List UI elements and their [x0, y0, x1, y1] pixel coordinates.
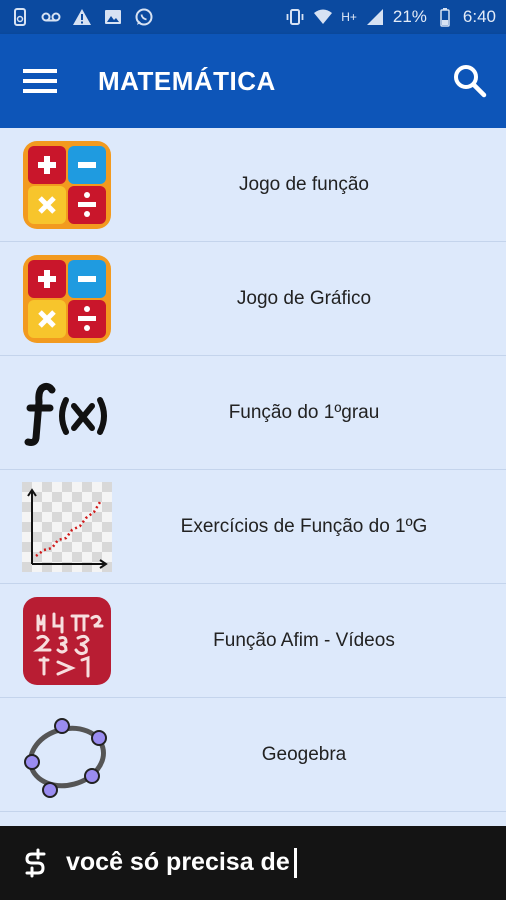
list-item-label: Função Afim - Vídeos	[213, 629, 395, 651]
status-bar: H+ 21% 6:40	[0, 0, 506, 34]
phone-sync-icon	[10, 7, 30, 27]
fx-icon	[22, 368, 112, 458]
list-item-label: Jogo de Gráfico	[236, 287, 372, 309]
ad-banner[interactable]: você só precisa de	[0, 826, 506, 900]
list-item-jogo-de-funcao[interactable]: Jogo de função	[0, 128, 506, 242]
app-bar: MATEMÁTICA	[0, 34, 506, 128]
clock: 6:40	[462, 7, 496, 26]
graph-plot-icon	[22, 481, 112, 572]
wifi-icon	[313, 7, 333, 27]
page-title: MATEMÁTICA	[98, 65, 276, 96]
list-item-label: Exercícios de Função do 1ºG	[180, 515, 428, 537]
list-item-label: Função do 1ºgrau	[228, 401, 380, 423]
image-icon	[103, 7, 123, 27]
vibrate-icon	[285, 7, 305, 27]
system-status: H+ 21% 6:40	[285, 7, 496, 27]
list-item-funcao-1-grau[interactable]: Função do 1ºgrau	[0, 356, 506, 470]
notification-icons	[10, 7, 154, 27]
brand-logo-icon	[24, 848, 48, 878]
list-item-funcao-afim-videos[interactable]: Função Afim - Vídeos	[0, 584, 506, 698]
banner-text: você só precisa de	[66, 848, 297, 879]
voicemail-icon	[41, 7, 61, 27]
geogebra-icon	[22, 710, 112, 800]
whatsapp-icon	[134, 7, 154, 27]
battery-icon	[435, 7, 455, 27]
list-item-exercicios-funcao[interactable]: Exercícios de Função do 1ºG	[0, 470, 506, 584]
network-type: H+	[341, 10, 357, 24]
hamburger-menu-icon[interactable]	[20, 61, 60, 101]
list-item-geogebra[interactable]: Geogebra	[0, 698, 506, 812]
math-blackboard-icon	[22, 596, 112, 686]
list-item-label: Jogo de função	[239, 173, 369, 195]
text-cursor	[293, 848, 297, 879]
battery-percent: 21%	[392, 7, 427, 26]
menu-list: Jogo de função Jogo de Gráfico Função do…	[0, 128, 506, 812]
math-operations-icon	[22, 254, 112, 344]
math-operations-icon	[22, 140, 112, 230]
list-item-jogo-de-grafico[interactable]: Jogo de Gráfico	[0, 242, 506, 356]
warning-icon	[72, 7, 92, 27]
signal-icon	[365, 7, 385, 27]
search-icon[interactable]	[450, 61, 490, 101]
list-item-label: Geogebra	[261, 743, 347, 765]
